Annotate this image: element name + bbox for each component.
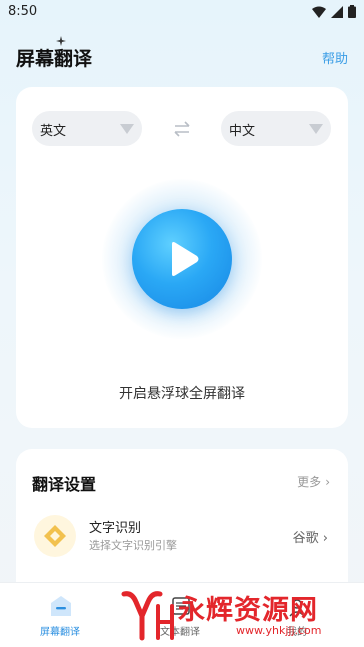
status-time: 8:50 <box>8 4 38 19</box>
tab-label: 屏幕翻译 <box>40 627 80 638</box>
ocr-subtitle: 选择文字识别引擎 <box>89 539 177 552</box>
page-title: 屏幕翻译 <box>16 48 93 70</box>
screen-translate-icon <box>51 596 71 616</box>
source-language-select[interactable]: 英文 <box>32 111 142 146</box>
wifi-icon <box>312 6 326 18</box>
play-icon <box>172 242 199 276</box>
ocr-value-label: 谷歌 <box>292 531 319 546</box>
translation-settings-card: 翻译设置 更多 › 文字识别 选择文字识别引擎 谷歌 › <box>16 449 348 599</box>
settings-title: 翻译设置 <box>32 475 97 494</box>
watermark: 永辉资源网 www.yhkjjj.com <box>118 586 358 644</box>
status-bar: 8:50 <box>0 0 364 26</box>
signal-icon <box>331 5 343 18</box>
watermark-logo <box>121 591 174 641</box>
dropdown-triangle-icon <box>309 124 323 134</box>
ocr-icon <box>34 515 76 557</box>
translator-card: 英文 中文 开启悬浮球全屏翻译 <box>16 87 348 428</box>
watermark-url: www.yhkjjj.com <box>236 624 322 637</box>
diamond-icon <box>44 525 66 547</box>
ocr-title: 文字识别 <box>89 521 142 536</box>
more-label: 更多 <box>297 475 322 489</box>
source-language-label: 英文 <box>40 124 67 139</box>
help-button[interactable]: 帮助 <box>322 48 348 67</box>
chevron-right-icon: › <box>325 475 330 489</box>
app-header: 屏幕翻译 帮助 <box>0 36 364 76</box>
battery-icon <box>348 5 356 18</box>
ocr-engine-row[interactable]: 文字识别 选择文字识别引擎 谷歌 › <box>16 509 348 565</box>
dropdown-triangle-icon <box>120 124 134 134</box>
play-button[interactable] <box>132 209 232 309</box>
start-fullscreen-translate-label: 开启悬浮球全屏翻译 <box>119 386 245 402</box>
tab-screen-translate[interactable]: 屏幕翻译 <box>30 583 90 647</box>
more-button[interactable]: 更多 › <box>297 473 330 490</box>
swap-languages-icon[interactable] <box>173 121 191 137</box>
status-icons <box>312 5 356 18</box>
ocr-engine-value: 谷歌 › <box>292 531 328 546</box>
start-floating-ball <box>102 179 262 339</box>
target-language-label: 中文 <box>229 124 256 139</box>
watermark-name: 永辉资源网 <box>178 595 318 626</box>
target-language-select[interactable]: 中文 <box>221 111 331 146</box>
